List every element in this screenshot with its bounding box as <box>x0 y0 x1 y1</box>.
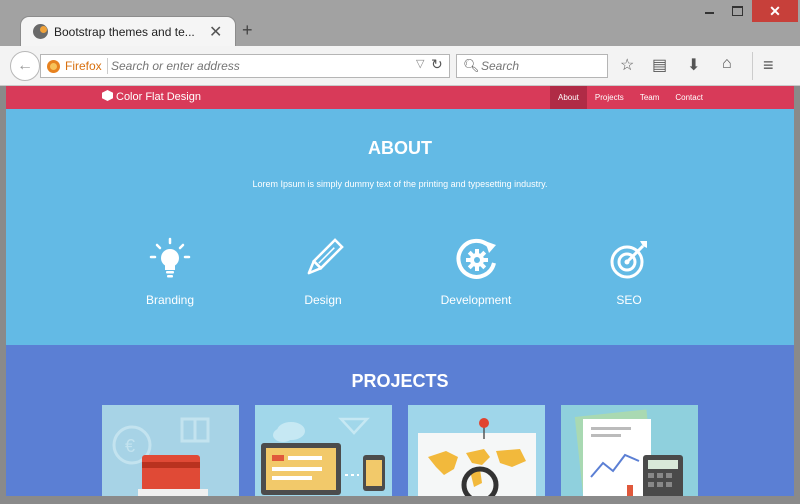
site-nav-links: About Projects Team Contact <box>550 86 711 109</box>
pencil-icon <box>307 238 344 275</box>
service-label: Branding <box>145 293 195 307</box>
target-icon <box>610 241 647 279</box>
svg-text:€: € <box>125 436 135 456</box>
site-brand[interactable]: Color Flat Design <box>102 90 201 103</box>
site-navbar: Color Flat Design About Projects Team Co… <box>6 86 794 109</box>
window-close-button[interactable]: ✕ <box>752 0 798 22</box>
tab-close-icon[interactable]: ✕ <box>209 22 222 42</box>
window-titlebar: ✕ Bootstrap themes and te... ✕ + <box>0 0 800 46</box>
service-branding: Branding <box>105 237 235 307</box>
new-tab-button[interactable]: + <box>242 20 253 41</box>
about-section: ABOUT Lorem Ipsum is simply dummy text o… <box>6 109 794 345</box>
service-label: SEO <box>616 293 642 307</box>
service-seo: SEO <box>564 237 694 307</box>
about-subtitle: Lorem Ipsum is simply dummy text of the … <box>252 179 548 189</box>
browser-tab-active[interactable]: Bootstrap themes and te... ✕ <box>20 16 236 46</box>
payment-card-illustration: € <box>112 417 210 496</box>
url-input[interactable] <box>111 57 401 75</box>
identity-label[interactable]: Firefox <box>65 59 102 73</box>
brand-cube-icon <box>102 90 113 101</box>
lightbulb-icon <box>149 237 191 278</box>
reading-list-icon[interactable]: ▤ <box>652 55 667 75</box>
toolbar-divider <box>752 52 753 80</box>
site-favicon-icon <box>33 24 48 39</box>
firefox-icon <box>47 60 60 73</box>
home-icon[interactable]: ⌂ <box>722 55 732 73</box>
back-button[interactable]: ← <box>10 51 40 81</box>
search-input[interactable] <box>481 57 601 75</box>
service-design: Design <box>258 237 388 307</box>
nav-link-projects[interactable]: Projects <box>587 86 632 109</box>
search-bar[interactable]: 🔍︎ <box>456 54 608 78</box>
nav-link-contact[interactable]: Contact <box>667 86 711 109</box>
navigation-toolbar: ← Firefox ▽ ↻ 🔍︎ ☆ ▤ ⬇ ⌂ ≡ <box>0 46 800 86</box>
window-minimize-button[interactable] <box>696 0 724 22</box>
reload-icon[interactable]: ↻ <box>431 56 443 73</box>
nav-link-about[interactable]: About <box>550 86 587 109</box>
projects-title: PROJECTS <box>351 371 449 391</box>
world-map-search-illustration <box>418 418 536 496</box>
about-title: ABOUT <box>368 138 432 158</box>
window-maximize-button[interactable] <box>724 0 750 22</box>
finance-calculator-illustration <box>574 409 683 496</box>
tab-title: Bootstrap themes and te... <box>54 25 195 39</box>
urlbar-separator <box>107 58 108 74</box>
service-label: Design <box>304 293 342 307</box>
projects-section: PROJECTS € <box>6 345 794 496</box>
gear-cycle-icon <box>456 238 496 279</box>
bookmark-star-icon[interactable]: ☆ <box>620 55 634 75</box>
address-bar[interactable]: Firefox ▽ ↻ <box>40 54 450 78</box>
service-development: Development <box>411 237 541 307</box>
search-icon: 🔍︎ <box>463 58 480 73</box>
brand-text: Color Flat Design <box>116 91 201 103</box>
project-thumb-payment-card-illustration[interactable]: € <box>102 405 239 496</box>
history-dropdown-icon[interactable]: ▽ <box>416 57 424 70</box>
nav-link-team[interactable]: Team <box>632 86 668 109</box>
project-thumb-devices-illustration[interactable] <box>255 405 392 496</box>
project-thumb-world-map-search-illustration[interactable] <box>408 405 545 496</box>
project-thumb-finance-calculator-illustration[interactable] <box>561 405 698 496</box>
hamburger-menu-icon[interactable]: ≡ <box>763 55 774 76</box>
download-icon[interactable]: ⬇ <box>687 55 700 75</box>
devices-illustration <box>261 417 385 495</box>
service-label: Development <box>440 293 512 307</box>
page-viewport: Color Flat Design About Projects Team Co… <box>6 86 794 496</box>
